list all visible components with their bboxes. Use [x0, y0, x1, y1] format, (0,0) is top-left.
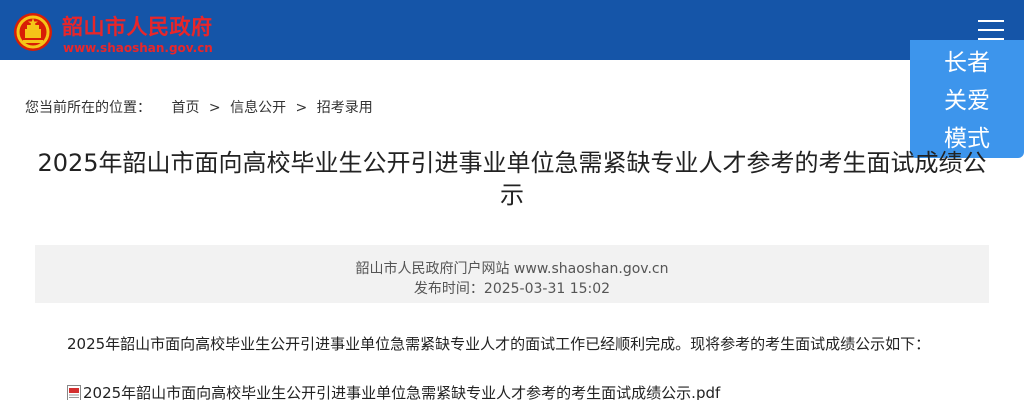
attachment-link[interactable]: 2025年韶山市面向高校毕业生公开引进事业单位急需紧缺专业人才参考的考生面试成绩… [67, 382, 720, 400]
site-url[interactable]: www.shaoshan.gov.cn [63, 41, 213, 55]
breadcrumb-label: 您当前所在的位置： [25, 100, 151, 116]
site-name[interactable]: 韶山市人民政府 [62, 11, 213, 41]
hamburger-menu-icon[interactable] [978, 18, 1004, 42]
breadcrumb-info-disclosure[interactable]: 信息公开 [230, 100, 286, 116]
breadcrumb: 您当前所在的位置： 首页 > 信息公开 > 招考录用 [25, 97, 373, 117]
breadcrumb-separator: > [295, 100, 308, 116]
attachment-filename[interactable]: 2025年韶山市面向高校毕业生公开引进事业单位急需紧缺专业人才参考的考生面试成绩… [83, 384, 720, 400]
national-emblem-icon[interactable] [13, 12, 53, 52]
breadcrumb-home[interactable]: 首页 [171, 100, 199, 116]
header-bar: 韶山市人民政府 www.shaoshan.gov.cn [0, 0, 1024, 60]
article-source: 韶山市人民政府门户网站 www.shaoshan.gov.cn [355, 261, 669, 277]
pdf-file-icon [67, 385, 81, 400]
care-mode-line-2: 关爱 [944, 88, 990, 114]
article-title: 2025年韶山市面向高校毕业生公开引进事业单位急需紧缺专业人才参考的考生面试成绩… [37, 149, 987, 209]
article-body-paragraph: 2025年韶山市面向高校毕业生公开引进事业单位急需紧缺专业人才的面试工作已经顺利… [67, 335, 931, 353]
care-mode-line-1: 长者 [944, 50, 990, 76]
publish-time: 发布时间：2025-03-31 15:02 [413, 281, 611, 297]
breadcrumb-separator: > [208, 100, 221, 116]
article-meta: 韶山市人民政府门户网站 www.shaoshan.gov.cn 发布时间：202… [35, 245, 989, 303]
breadcrumb-recruitment[interactable]: 招考录用 [317, 100, 373, 116]
elderly-care-mode-button[interactable]: 长者 关爱 模式 [910, 40, 1024, 158]
